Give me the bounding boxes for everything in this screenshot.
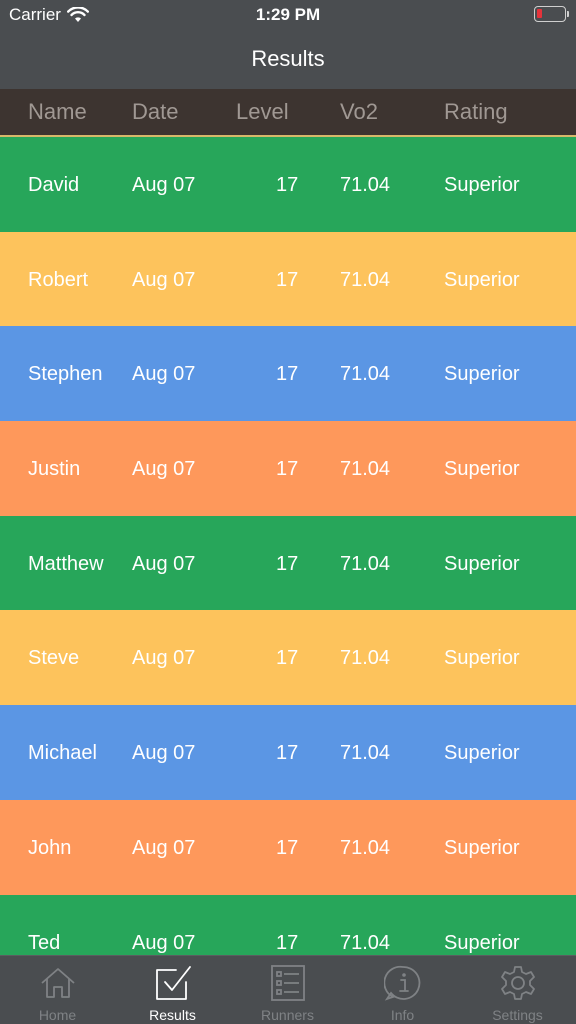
cell-rating: Superior xyxy=(444,742,520,765)
cell-vo2: 71.04 xyxy=(340,174,391,196)
cell-vo2: 71.04 xyxy=(340,836,391,859)
cell-vo2: 71.04 xyxy=(340,742,391,765)
cell-date: Aug 07 xyxy=(132,363,196,386)
cell-level: 17 xyxy=(276,552,299,575)
cell-level: 17 xyxy=(276,742,299,765)
tab-settings[interactable]: Settings xyxy=(460,956,575,1024)
cell-date: Aug 07 xyxy=(132,268,196,291)
cell-name: Matthew xyxy=(28,552,104,575)
cell-rating: Superior xyxy=(444,268,520,291)
column-header-rating: Rating xyxy=(444,99,508,124)
results-list[interactable]: David Aug 07 17 71.04 Superior Robert Aug 07 17… xyxy=(0,137,576,955)
tab-bar: Home Results Runners Info Settings xyxy=(0,955,576,1024)
cell-vo2: 71.04 xyxy=(340,363,391,386)
home-icon xyxy=(40,968,75,998)
table-row[interactable]: Robert Aug 07 17 71.04 Superior xyxy=(0,231,576,327)
cell-date: Aug 07 xyxy=(132,458,196,481)
column-header-date: Date xyxy=(132,99,179,124)
table-row[interactable]: John Aug 07 17 71.04 Superior xyxy=(0,799,576,895)
cell-level: 17 xyxy=(276,174,299,196)
top-bar: Carrier 1:29 PM Results xyxy=(0,0,576,89)
column-header-name: Name xyxy=(28,99,87,124)
cell-vo2: 71.04 xyxy=(340,268,391,291)
cell-date: Aug 07 xyxy=(132,931,196,954)
table-header: Name Date Level Vo2 Rating xyxy=(0,89,576,137)
info-icon xyxy=(383,965,420,1001)
cell-rating: Superior xyxy=(444,836,520,859)
status-bar: Carrier 1:29 PM xyxy=(0,0,576,30)
results-icon xyxy=(155,966,191,1000)
cell-name: John xyxy=(28,836,72,859)
cell-name: Stephen xyxy=(28,363,103,386)
cell-rating: Superior xyxy=(444,647,520,670)
cell-rating: Superior xyxy=(444,458,520,481)
results-screen: Carrier 1:29 PM Results Name Date Level … xyxy=(0,0,576,1024)
cell-rating: Superior xyxy=(444,363,520,386)
table-row[interactable]: Justin Aug 07 17 71.04 Superior xyxy=(0,421,576,516)
table-row[interactable]: Matthew Aug 07 17 71.04 Superior xyxy=(0,515,576,611)
cell-date: Aug 07 xyxy=(132,552,196,575)
page-title: Results xyxy=(251,46,325,71)
table-row[interactable]: Steve Aug 07 17 71.04 Superior xyxy=(0,610,576,706)
column-header-level: Level xyxy=(236,99,289,124)
table-row[interactable]: Stephen Aug 07 17 71.04 Superior xyxy=(0,326,576,422)
cell-vo2: 71.04 xyxy=(340,458,391,481)
tab-label: Info xyxy=(390,1007,415,1023)
cell-level: 17 xyxy=(276,836,299,859)
tab-results[interactable]: Results xyxy=(115,956,230,1024)
cell-level: 17 xyxy=(276,363,299,386)
cell-name: Ted xyxy=(28,931,61,954)
runners-icon xyxy=(270,965,305,1001)
cell-date: Aug 07 xyxy=(132,836,196,859)
cell-date: Aug 07 xyxy=(132,647,196,670)
cell-rating: Superior xyxy=(444,174,520,196)
table-row[interactable]: David Aug 07 17 71.04 Superior xyxy=(0,137,576,232)
status-time: 1:29 PM xyxy=(255,5,321,24)
cell-vo2: 71.04 xyxy=(340,552,391,575)
battery-icon xyxy=(534,6,569,22)
cell-rating: Superior xyxy=(444,931,520,954)
cell-level: 17 xyxy=(276,931,299,954)
tab-label: Results xyxy=(149,1007,196,1023)
cell-name: Steve xyxy=(28,647,80,670)
cell-level: 17 xyxy=(276,647,299,670)
cell-date: Aug 07 xyxy=(132,174,196,196)
tab-label: Home xyxy=(38,1007,77,1023)
cell-name: David xyxy=(28,174,80,196)
table-row[interactable]: Ted Aug 07 17 71.04 Superior xyxy=(0,894,576,955)
cell-vo2: 71.04 xyxy=(340,931,391,954)
cell-level: 17 xyxy=(276,268,299,291)
tab-home[interactable]: Home xyxy=(0,956,115,1024)
cell-rating: Superior xyxy=(444,552,520,575)
cell-name: Justin xyxy=(28,458,81,481)
tab-label: Settings xyxy=(492,1007,543,1023)
cell-name: Robert xyxy=(28,268,89,291)
cell-level: 17 xyxy=(276,458,299,481)
tab-runners[interactable]: Runners xyxy=(230,956,345,1024)
cell-name: Michael xyxy=(28,742,97,765)
settings-icon xyxy=(500,966,535,1000)
tab-info[interactable]: Info xyxy=(345,956,460,1024)
cell-date: Aug 07 xyxy=(132,742,196,765)
cell-vo2: 71.04 xyxy=(340,647,391,670)
column-header-vo2: Vo2 xyxy=(340,99,378,124)
tab-label: Runners xyxy=(261,1007,314,1023)
table-row[interactable]: Michael Aug 07 17 71.04 Superior xyxy=(0,705,576,800)
